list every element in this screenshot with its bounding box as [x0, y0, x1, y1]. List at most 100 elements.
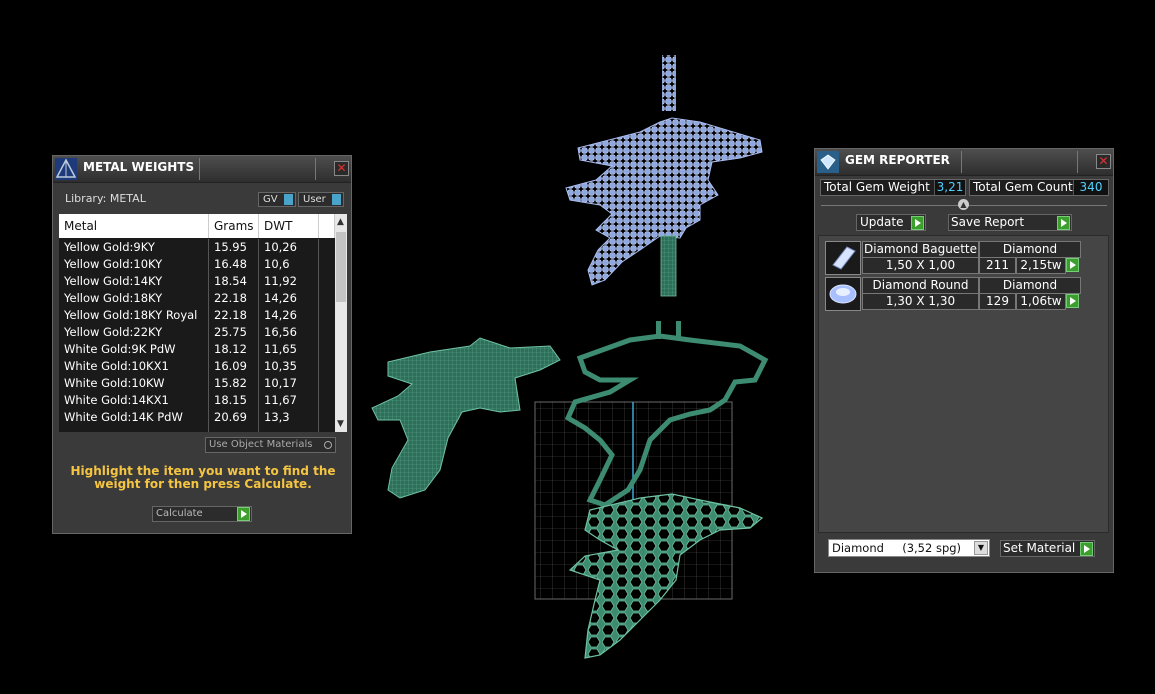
cell-dwt: 10,35 [259, 358, 319, 375]
gem-name: Diamond Round [862, 277, 979, 294]
table-row[interactable]: White Gold:10KW 15.82 10,17 [59, 375, 335, 392]
cell-metal: White Gold:10KW [59, 375, 209, 392]
user-toggle-label: User [303, 194, 326, 205]
table-row[interactable]: Yellow Gold:10KY 16.48 10,6 [59, 256, 335, 273]
metal-weights-titlebar[interactable]: METAL WEIGHTS ✕ [53, 156, 351, 183]
baguette-gem-icon [825, 241, 861, 275]
viewport-grid [534, 401, 733, 600]
collapse-icon[interactable]: ▲ [958, 199, 969, 210]
gem-baguette-column [660, 235, 677, 297]
save-report-label: Save Report [951, 215, 1025, 229]
update-label: Update [860, 215, 904, 229]
material-select-value: Diamond (3,52 spg) [832, 541, 962, 555]
bail-icon [656, 321, 661, 339]
table-row[interactable]: Yellow Gold:18KY 22.18 14,26 [59, 290, 335, 307]
metal-weights-panel: METAL WEIGHTS ✕ Library: METAL GV User M… [52, 155, 352, 534]
gem-list[interactable]: Diamond Baguette Diamond 1,50 X 1,00 211… [818, 235, 1109, 533]
table-row[interactable]: White Gold:10KX1 16.09 10,35 [59, 358, 335, 375]
cell-metal: White Gold:14K PdW [59, 409, 209, 426]
gem-material: Diamond [979, 277, 1081, 294]
total-gem-weight-label: Total Gem Weight [824, 180, 930, 194]
user-toggle[interactable]: User [298, 192, 344, 207]
cell-dwt: 10,26 [259, 239, 319, 256]
metal-table[interactable]: Metal Grams DWT Yellow Gold:9KY 15.95 10,2… [59, 214, 347, 432]
column-header-extra [319, 214, 335, 238]
play-icon [237, 507, 250, 521]
cell-grams: 22.18 [209, 290, 259, 307]
gem-weight: 2,15tw [1016, 257, 1066, 274]
gv-toggle-label: GV [263, 194, 278, 205]
instruction-text: Highlight the item you want to find the … [70, 464, 336, 491]
toggle-indicator-icon [284, 194, 293, 205]
table-row[interactable]: Yellow Gold:14KY 18.54 11,92 [59, 273, 335, 290]
gem-name: Diamond Baguette [862, 241, 979, 258]
gem-size: 1,30 X 1,30 [862, 293, 979, 310]
cell-dwt: 10,17 [259, 375, 319, 392]
gem-reporter-titlebar[interactable]: GEM REPORTER ✕ [815, 149, 1113, 176]
cell-grams: 20.69 [209, 409, 259, 426]
gem-select-button[interactable] [1066, 258, 1079, 272]
cell-grams: 15.95 [209, 239, 259, 256]
library-label: Library: METAL [65, 192, 146, 205]
metal-weights-title: METAL WEIGHTS [83, 160, 195, 174]
round-gem-icon [825, 277, 861, 311]
update-button[interactable]: Update [856, 214, 926, 231]
column-header-metal[interactable]: Metal [59, 214, 209, 238]
table-row-partial[interactable] [59, 426, 335, 432]
cell-dwt: 11,92 [259, 273, 319, 290]
table-row[interactable]: Yellow Gold:22KY 25.75 16,56 [59, 324, 335, 341]
cell-grams: 22.18 [209, 307, 259, 324]
gem-size: 1,50 X 1,00 [862, 257, 979, 274]
total-gem-count-label: Total Gem Count [973, 180, 1073, 194]
list-item[interactable]: Diamond Round Diamond 1,30 X 1,30 129 1,… [825, 277, 1085, 313]
cell-dwt: 14,26 [259, 290, 319, 307]
cell-metal: Yellow Gold:14KY [59, 273, 209, 290]
cell-dwt: 10,6 [259, 256, 319, 273]
set-material-label: Set Material [1003, 541, 1076, 555]
total-gem-count-box: Total Gem Count 340 [969, 179, 1109, 196]
table-row[interactable]: White Gold:14K PdW 20.69 13,3 [59, 409, 335, 426]
table-row[interactable]: White Gold:14KX1 18.15 11,67 [59, 392, 335, 409]
gv-toggle[interactable]: GV [258, 192, 296, 207]
close-icon[interactable]: ✕ [1096, 154, 1111, 169]
close-icon[interactable]: ✕ [334, 161, 349, 176]
cell-grams: 18.54 [209, 273, 259, 290]
column-header-dwt[interactable]: DWT [259, 214, 319, 238]
cell-grams: 16.09 [209, 358, 259, 375]
chevron-down-icon[interactable]: ▼ [974, 541, 988, 555]
use-object-materials-toggle[interactable]: Use Object Materials [205, 437, 336, 453]
outline-shape [564, 333, 769, 508]
calculate-label: Calculate [156, 508, 203, 519]
list-item[interactable]: Diamond Baguette Diamond 1,50 X 1,00 211… [825, 241, 1085, 277]
table-scrollbar[interactable]: ▲ ▼ [335, 214, 347, 432]
scroll-up-icon[interactable]: ▲ [337, 217, 344, 227]
cell-grams [209, 426, 259, 432]
save-report-button[interactable]: Save Report [948, 214, 1072, 231]
mesh-shape-left [371, 337, 561, 499]
cell-metal: White Gold:10KX1 [59, 358, 209, 375]
cell-grams: 15.82 [209, 375, 259, 392]
cell-metal: Yellow Gold:18KY [59, 290, 209, 307]
title-separator [199, 158, 200, 180]
cell-dwt: 11,67 [259, 392, 319, 409]
cell-metal: White Gold:14KX1 [59, 392, 209, 409]
scroll-thumb[interactable] [336, 232, 346, 302]
table-row[interactable]: White Gold:9K PdW 18.12 11,65 [59, 341, 335, 358]
cell-grams: 18.15 [209, 392, 259, 409]
material-select[interactable]: Diamond (3,52 spg) ▼ [828, 539, 990, 557]
metal-weights-app-icon [55, 158, 77, 180]
title-separator [961, 151, 962, 173]
cell-grams: 18.12 [209, 341, 259, 358]
gem-weight: 1,06tw [1016, 293, 1066, 310]
play-icon [1057, 216, 1070, 230]
table-row[interactable]: Yellow Gold:18KY Royal 22.18 14,26 [59, 307, 335, 324]
calculate-button[interactable]: Calculate [152, 506, 252, 522]
column-header-grams[interactable]: Grams [209, 214, 259, 238]
table-row[interactable]: Yellow Gold:9KY 15.95 10,26 [59, 239, 335, 256]
total-gem-count-value: 340 [1073, 180, 1108, 195]
set-material-button[interactable]: Set Material [1000, 540, 1095, 557]
cell-grams: 25.75 [209, 324, 259, 341]
scroll-down-icon[interactable]: ▼ [337, 419, 344, 429]
gem-select-button[interactable] [1066, 294, 1079, 308]
gem-reporter-app-icon [817, 151, 839, 173]
